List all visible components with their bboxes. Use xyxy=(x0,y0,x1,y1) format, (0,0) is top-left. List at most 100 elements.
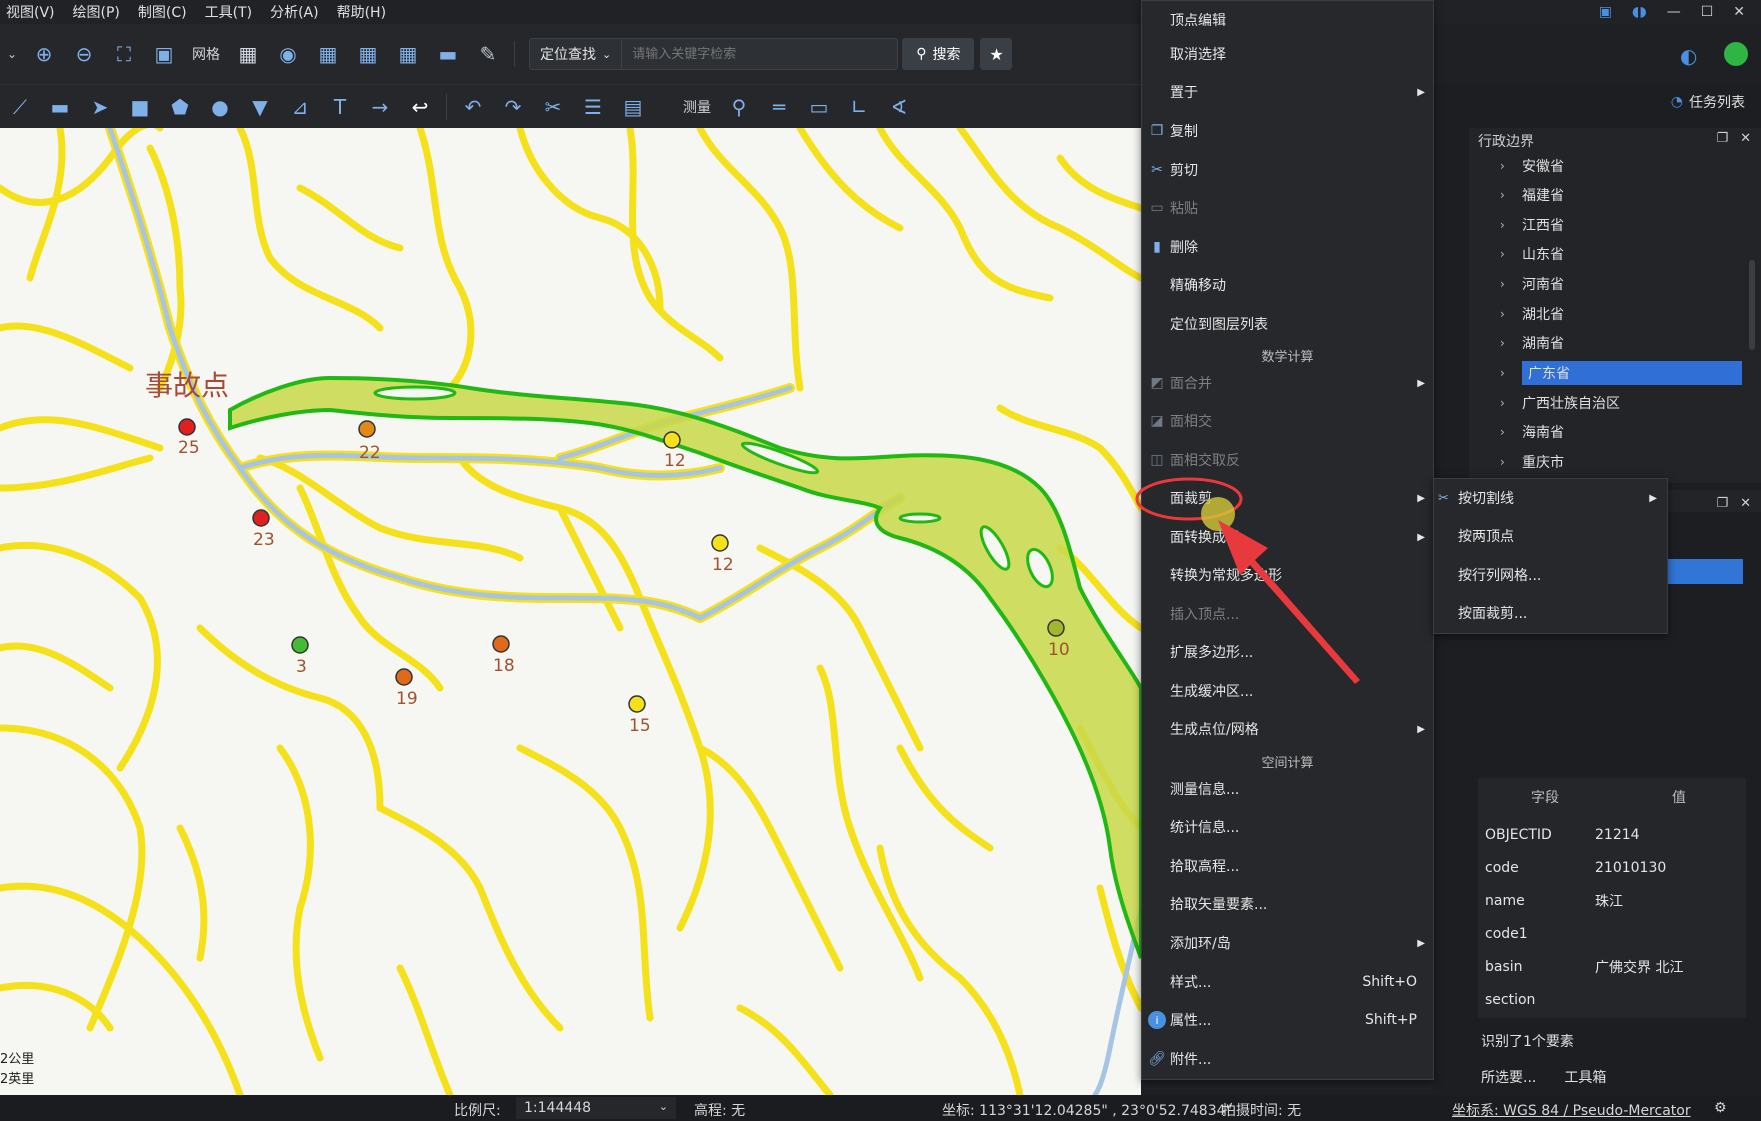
menu-item-arrange[interactable]: 置于 ▶ xyxy=(1142,73,1433,111)
tree-item[interactable]: › 湖南省 xyxy=(1500,329,1742,357)
undo-icon[interactable]: ↶ xyxy=(458,92,488,122)
square-tool-icon[interactable]: ■ xyxy=(125,92,155,122)
tab-toolbox[interactable]: 工具箱 xyxy=(1564,1067,1606,1087)
tree-item-selected[interactable]: › 广东省 xyxy=(1500,359,1742,387)
angle-icon[interactable]: ∟ xyxy=(844,92,874,122)
text-box-icon[interactable]: T xyxy=(325,92,355,122)
submenu-item-by-two-vertices[interactable]: 按两顶点 xyxy=(1434,517,1667,555)
menu-item-paste[interactable]: ▭ 粘贴 xyxy=(1142,189,1433,227)
menu-item-measure-info[interactable]: 测量信息... xyxy=(1142,770,1433,808)
point-3[interactable] xyxy=(291,636,309,654)
float-icon[interactable]: ❐ xyxy=(1716,496,1728,511)
close-button[interactable]: ✕ xyxy=(1733,4,1745,20)
menu-item-polygon-to-line[interactable]: 面转换成线 ▶ xyxy=(1142,518,1433,556)
redo-icon[interactable]: ↷ xyxy=(498,92,528,122)
menu-item-insert-vertex[interactable]: 插入顶点... xyxy=(1142,595,1433,633)
menu-item-polygon-intersect[interactable]: ◪ 面相交 xyxy=(1142,402,1433,440)
menu-item-copy[interactable]: ❐ 复制 xyxy=(1142,112,1433,150)
chevron-right-icon[interactable]: › xyxy=(1500,455,1522,469)
menu-item-precise-move[interactable]: 精确移动 xyxy=(1142,266,1433,304)
menu-analysis[interactable]: 分析(A) xyxy=(264,2,331,22)
tree-item[interactable]: › 山东省 xyxy=(1500,240,1742,268)
area-icon[interactable]: ▭ xyxy=(804,92,834,122)
maximize-button[interactable]: ☐ xyxy=(1701,4,1714,20)
float-icon[interactable]: ❐ xyxy=(1716,131,1728,146)
menu-item-pick-vector[interactable]: 拾取矢量要素... xyxy=(1142,885,1433,923)
menu-item-polygon-merge[interactable]: ◩ 面合并 ▶ xyxy=(1142,364,1433,402)
locate-dropdown[interactable]: 定位查找 ⌄ xyxy=(530,39,623,69)
curve-tool-icon[interactable]: ↩ xyxy=(405,92,435,122)
task-list-button[interactable]: ◔ 任务列表 xyxy=(1671,92,1745,112)
chat-icon[interactable]: ▣ xyxy=(1599,4,1612,20)
point-10[interactable] xyxy=(1047,619,1065,637)
list-icon[interactable]: ☰ xyxy=(578,92,608,122)
scale-select[interactable]: 1:144448 ⌄ xyxy=(516,1097,676,1119)
menu-item-to-regular-polygon[interactable]: 转换为常规多边形 xyxy=(1142,556,1433,594)
menu-item-style[interactable]: 样式... Shift+O xyxy=(1142,963,1433,1001)
brush-icon[interactable]: ✎ xyxy=(473,39,503,69)
line-tool-icon[interactable]: ⟋ xyxy=(5,92,35,122)
utm-grid-icon[interactable]: ◉ xyxy=(273,39,303,69)
point-15[interactable] xyxy=(628,695,646,713)
gear-icon[interactable]: ⚙ xyxy=(1714,1100,1727,1116)
menu-item-expand-polygon[interactable]: 扩展多边形... xyxy=(1142,633,1433,671)
tree-item[interactable]: › 重庆市 xyxy=(1500,448,1742,476)
zoom-out-icon[interactable]: ⊖ xyxy=(69,39,99,69)
menu-help[interactable]: 帮助(H) xyxy=(331,2,398,22)
bearing-icon[interactable]: ∢ xyxy=(884,92,914,122)
point-19[interactable] xyxy=(395,668,413,686)
tree-item[interactable]: › 广西壮族自治区 xyxy=(1500,389,1742,417)
document-icon[interactable]: ▤ xyxy=(618,92,648,122)
menu-tools[interactable]: 工具(T) xyxy=(199,2,264,22)
close-icon[interactable]: ✕ xyxy=(1740,131,1751,146)
chevron-right-icon[interactable]: › xyxy=(1500,396,1522,410)
menu-item-properties[interactable]: i 属性... Shift+P xyxy=(1142,1001,1433,1039)
menu-draw[interactable]: 绘图(P) xyxy=(67,2,132,22)
tree-item[interactable]: › 河南省 xyxy=(1500,270,1742,298)
chevron-right-icon[interactable]: › xyxy=(1500,218,1522,232)
tree-item[interactable]: › 海南省 xyxy=(1500,418,1742,446)
chevron-right-icon[interactable]: › xyxy=(1500,366,1522,380)
chevron-right-icon[interactable]: › xyxy=(1500,159,1522,173)
chevron-right-icon[interactable]: › xyxy=(1500,307,1522,321)
pentagon-tool-icon[interactable]: ⬟ xyxy=(165,92,195,122)
point-12b[interactable] xyxy=(711,534,729,552)
tree-item[interactable]: › 福建省 xyxy=(1500,181,1742,209)
funnel-tool-icon[interactable]: ▼ xyxy=(245,92,275,122)
point-12a[interactable] xyxy=(663,431,681,449)
menu-item-locate-layer[interactable]: 定位到图层列表 xyxy=(1142,305,1433,343)
grid-icon[interactable]: ▦ xyxy=(233,39,263,69)
wechat-icon[interactable] xyxy=(1724,42,1748,66)
folder-icon[interactable]: ▬ xyxy=(433,39,463,69)
menu-item-attachments[interactable]: 🔗︎ 附件... xyxy=(1142,1040,1433,1078)
menu-item-polygon-clip[interactable]: 面裁剪 ▶ xyxy=(1142,479,1433,517)
distance-icon[interactable]: ═ xyxy=(764,92,794,122)
menu-item-delete[interactable]: ▮ 删除 xyxy=(1142,228,1433,266)
minimize-button[interactable]: — xyxy=(1667,4,1681,20)
favorite-star-button[interactable]: ★ xyxy=(980,38,1013,70)
menu-item-pick-elevation[interactable]: 拾取高程... xyxy=(1142,847,1433,885)
point-23[interactable] xyxy=(252,509,270,527)
menu-item-generate-points-grid[interactable]: 生成点位/网格 ▶ xyxy=(1142,710,1433,748)
zoom-in-icon[interactable]: ⊕ xyxy=(29,39,59,69)
scissors-icon[interactable]: ✂ xyxy=(538,92,568,122)
circle-tool-icon[interactable]: ● xyxy=(205,92,235,122)
chevron-down-icon[interactable]: ⌄ xyxy=(5,39,19,69)
tree-item[interactable]: › 湖北省 xyxy=(1500,300,1742,328)
close-icon[interactable]: ✕ xyxy=(1740,496,1751,511)
point-25[interactable] xyxy=(178,418,196,436)
tree-item[interactable]: › 安徽省 xyxy=(1500,152,1742,180)
chevron-right-icon[interactable]: › xyxy=(1500,425,1522,439)
menu-item-buffer[interactable]: 生成缓冲区... xyxy=(1142,672,1433,710)
map-canvas[interactable]: 事故点 25 22 12 23 12 3 18 19 15 10 2公里 2英里 xyxy=(0,128,1141,1095)
menu-cartography[interactable]: 制图(C) xyxy=(132,2,199,22)
chevron-right-icon[interactable]: › xyxy=(1500,277,1522,291)
underline-tool-icon[interactable]: ⊿ xyxy=(285,92,315,122)
panel-scrollbar[interactable] xyxy=(1749,260,1755,350)
point-18[interactable] xyxy=(492,635,510,653)
point-22[interactable] xyxy=(358,420,376,438)
arrow-shape-icon[interactable]: ➤ xyxy=(85,92,115,122)
menu-item-statistics[interactable]: 统计信息... xyxy=(1142,808,1433,846)
crs-link[interactable]: 坐标系: WGS 84 / Pseudo-Mercator xyxy=(1452,1100,1691,1120)
rectangle-tool-icon[interactable]: ▬ xyxy=(45,92,75,122)
